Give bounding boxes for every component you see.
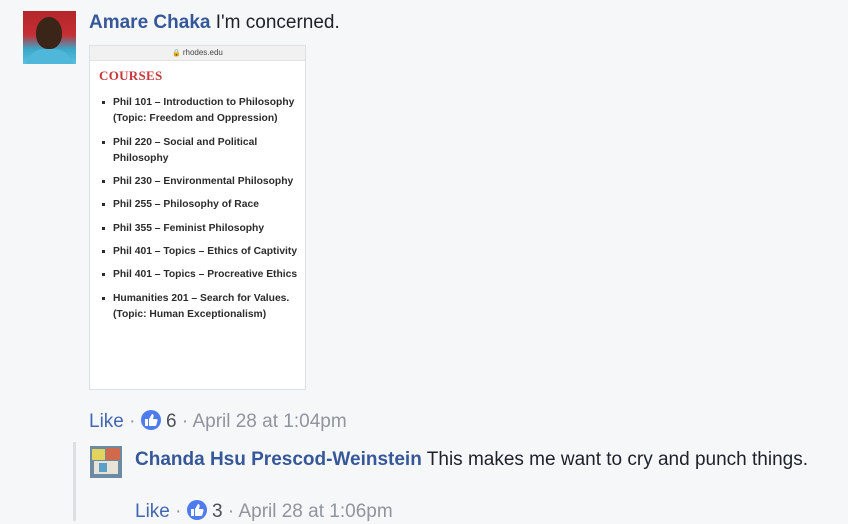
- course-item: Phil 401 – Topics – Ethics of Captivity: [100, 244, 300, 260]
- comment-actions: Like · 6 · April 28 at 1:04pm: [89, 410, 347, 434]
- like-button[interactable]: Like: [135, 501, 170, 522]
- course-item: Phil 230 – Environmental Philosophy: [100, 174, 300, 190]
- comment-author-link[interactable]: Amare Chaka: [89, 12, 210, 33]
- attachment-url: rhodes.edu: [182, 48, 223, 57]
- like-thumb-icon[interactable]: [140, 410, 161, 430]
- comment-attachment-image[interactable]: 🔒 rhodes.edu COURSES Phil 101 – Introduct…: [89, 45, 306, 390]
- lock-icon: 🔒: [172, 50, 181, 57]
- course-item: Humanities 201 – Search for Values. (Top…: [100, 291, 300, 324]
- reply-text: This makes me want to cry and punch thin…: [426, 449, 808, 470]
- commenter-avatar[interactable]: [23, 11, 76, 64]
- separator: ·: [181, 411, 189, 432]
- reply-body: Chanda Hsu Prescod-Weinstein This makes …: [135, 446, 825, 473]
- separator: ·: [175, 501, 182, 522]
- attachment-url-bar: 🔒 rhodes.edu: [90, 46, 305, 61]
- comment-timestamp[interactable]: April 28 at 1:04pm: [192, 411, 346, 432]
- reply-actions: Like · 3 · April 28 at 1:06pm: [135, 500, 393, 524]
- course-item: Phil 355 – Feminist Philosophy: [100, 221, 300, 237]
- avatar-shirt-shape: [25, 49, 74, 64]
- reply-avatar[interactable]: [90, 446, 122, 478]
- courses-heading: COURSES: [99, 68, 163, 83]
- course-item: Phil 220 – Social and Political Philosop…: [100, 135, 300, 168]
- course-item: Phil 101 – Introduction to Philosophy (T…: [100, 95, 300, 128]
- reply-thread-line: [73, 442, 76, 521]
- course-item: Phil 255 – Philosophy of Race: [100, 197, 300, 213]
- reply-author-link[interactable]: Chanda Hsu Prescod-Weinstein: [135, 449, 422, 470]
- like-thumb-icon[interactable]: [186, 500, 207, 520]
- reaction-count[interactable]: 3: [212, 501, 223, 522]
- like-button[interactable]: Like: [89, 411, 124, 432]
- comment-text: I'm concerned.: [215, 12, 340, 33]
- comment-body: Amare Chaka I'm concerned.: [89, 11, 340, 35]
- avatar-head-shape: [36, 17, 62, 49]
- course-list: Phil 101 – Introduction to Philosophy (T…: [100, 95, 300, 330]
- reaction-count[interactable]: 6: [166, 411, 177, 432]
- reply-timestamp[interactable]: April 28 at 1:06pm: [238, 501, 392, 522]
- course-item: Phil 401 – Topics – Procreative Ethics: [100, 267, 300, 283]
- separator: ·: [227, 501, 235, 522]
- separator: ·: [129, 411, 136, 432]
